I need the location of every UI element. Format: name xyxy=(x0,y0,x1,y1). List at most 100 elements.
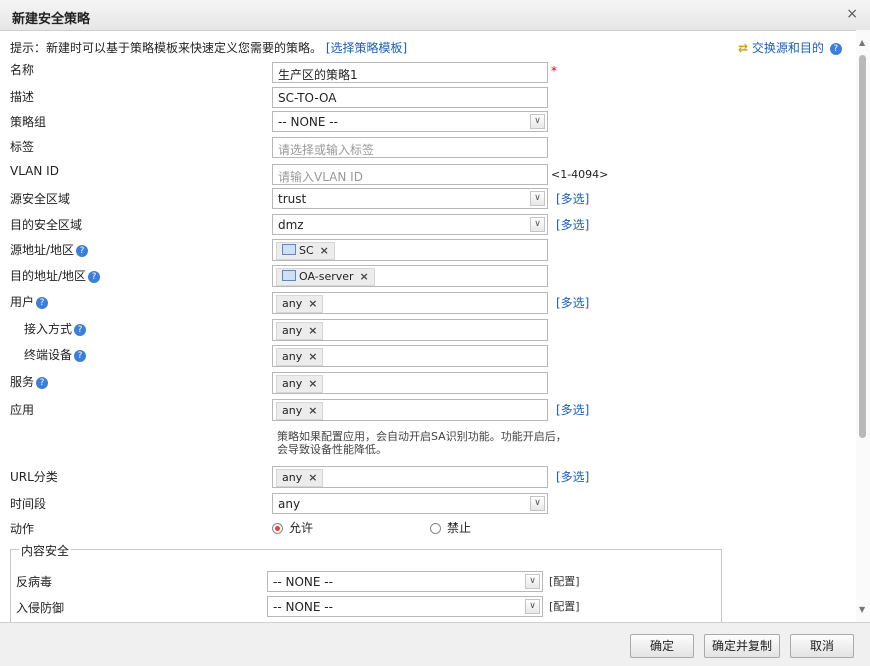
access-label-text: 接入方式 xyxy=(24,322,73,336)
vlan-input[interactable]: 请输入VLAN ID xyxy=(272,164,548,185)
app-tag: any × xyxy=(276,402,324,420)
remove-tag-icon[interactable]: × xyxy=(308,350,317,363)
help-icon[interactable]: ? xyxy=(829,43,842,55)
action-deny-radio[interactable]: 禁止 xyxy=(430,519,471,536)
app-label: 应用 xyxy=(10,403,35,417)
desc-label: 描述 xyxy=(10,90,35,104)
dst-addr-label-text: 目的地址/地区 xyxy=(10,269,87,283)
scrollbar-thumb[interactable] xyxy=(859,55,866,438)
terminal-label-text: 终端设备 xyxy=(24,348,73,362)
service-tag: any × xyxy=(276,375,324,393)
remove-tag-icon[interactable]: × xyxy=(308,377,317,390)
dst-zone-multi-link[interactable]: [多选] xyxy=(556,216,589,233)
dialog-titlebar: 新建安全策略 × xyxy=(0,0,870,31)
app-note: 策略如果配置应用，会自动开启SA识别功能。功能开启后，会导致设备性能降低。 xyxy=(277,430,567,456)
group-label: 策略组 xyxy=(10,115,47,129)
chevron-down-icon[interactable]: ∨ xyxy=(525,599,540,614)
group-value: -- NONE -- xyxy=(278,115,338,129)
src-zone-multi-link[interactable]: [多选] xyxy=(556,190,589,207)
access-tag: any × xyxy=(276,322,324,340)
help-icon[interactable]: ? xyxy=(36,297,49,309)
terminal-input[interactable]: any × xyxy=(272,345,548,367)
app-multi-link[interactable]: [多选] xyxy=(556,401,589,418)
cancel-button[interactable]: 取消 xyxy=(790,634,854,658)
name-input[interactable]: 生产区的策略1 xyxy=(272,62,548,83)
src-addr-input[interactable]: SC × xyxy=(272,239,548,261)
user-input[interactable]: any × xyxy=(272,292,548,314)
chevron-down-icon[interactable]: ∨ xyxy=(525,574,540,589)
src-zone-select[interactable]: trust ∨ xyxy=(272,188,548,209)
src-addr-label: 源地址/地区? xyxy=(10,241,89,258)
antivirus-label: 反病毒 xyxy=(16,575,53,589)
access-tag-text: any xyxy=(282,324,303,337)
terminal-tag-text: any xyxy=(282,350,303,363)
remove-tag-icon[interactable]: × xyxy=(308,297,317,310)
time-label: 时间段 xyxy=(10,497,47,511)
url-tag: any × xyxy=(276,469,324,487)
ok-button[interactable]: 确定 xyxy=(630,634,694,658)
tip-text: 提示：新建时可以基于策略模板来快速定义您需要的策略。 [选择策略模板] xyxy=(10,39,407,56)
app-input[interactable]: any × xyxy=(272,399,548,421)
dst-zone-label: 目的安全区域 xyxy=(10,218,83,232)
src-addr-tag-text: SC xyxy=(299,244,314,257)
help-icon[interactable]: ? xyxy=(74,350,87,362)
user-tag: any × xyxy=(276,295,324,313)
app-tag-text: any xyxy=(282,404,303,417)
scroll-down-icon[interactable]: ▼ xyxy=(859,605,865,614)
remove-tag-icon[interactable]: × xyxy=(308,404,317,417)
antivirus-select[interactable]: -- NONE -- ∨ xyxy=(267,571,543,592)
action-allow-radio[interactable]: 允许 xyxy=(272,519,313,536)
chevron-down-icon[interactable]: ∨ xyxy=(530,496,545,511)
help-icon[interactable]: ? xyxy=(36,377,49,389)
help-icon[interactable]: ? xyxy=(74,324,87,336)
url-label: URL分类 xyxy=(10,470,58,484)
src-addr-label-text: 源地址/地区 xyxy=(10,243,75,257)
form-area: 提示：新建时可以基于策略模板来快速定义您需要的策略。 [选择策略模板] ⇄ 交换… xyxy=(0,30,856,622)
antivirus-config-link[interactable]: [配置] xyxy=(549,573,580,589)
time-select[interactable]: any ∨ xyxy=(272,493,548,514)
desc-input[interactable]: SC-TO-OA xyxy=(272,87,548,108)
chevron-down-icon[interactable]: ∨ xyxy=(530,114,545,129)
dst-addr-label: 目的地址/地区? xyxy=(10,267,101,284)
remove-tag-icon[interactable]: × xyxy=(360,270,369,283)
src-zone-label: 源安全区域 xyxy=(10,192,71,206)
url-multi-link[interactable]: [多选] xyxy=(556,468,589,485)
swap-label: 交换源和目的 xyxy=(751,41,824,55)
help-icon[interactable]: ? xyxy=(76,245,89,257)
ips-select[interactable]: -- NONE -- ∨ xyxy=(267,596,543,617)
terminal-label: 终端设备? xyxy=(24,346,87,363)
select-template-link[interactable]: [选择策略模板] xyxy=(326,41,407,55)
scroll-up-icon[interactable]: ▲ xyxy=(859,38,865,47)
ok-and-copy-button[interactable]: 确定并复制 xyxy=(704,634,780,658)
remove-tag-icon[interactable]: × xyxy=(308,324,317,337)
ips-config-link[interactable]: [配置] xyxy=(549,598,580,614)
service-label: 服务? xyxy=(10,373,49,390)
help-icon[interactable]: ? xyxy=(88,271,101,283)
radio-checked-icon xyxy=(272,523,283,534)
service-tag-text: any xyxy=(282,377,303,390)
service-input[interactable]: any × xyxy=(272,372,548,394)
dialog-footer: 确定 确定并复制 取消 xyxy=(0,622,870,666)
swap-src-dst-link[interactable]: ⇄ 交换源和目的 ? xyxy=(738,39,842,56)
vlan-label: VLAN ID xyxy=(10,164,59,178)
access-input[interactable]: any × xyxy=(272,319,548,341)
group-select[interactable]: -- NONE -- ∨ xyxy=(272,111,548,132)
remove-tag-icon[interactable]: × xyxy=(320,244,329,257)
remove-tag-icon[interactable]: × xyxy=(308,471,317,484)
url-input[interactable]: any × xyxy=(272,466,548,488)
ips-value: -- NONE -- xyxy=(273,600,333,614)
chevron-down-icon[interactable]: ∨ xyxy=(530,217,545,232)
vertical-scrollbar[interactable]: ▲ ▼ xyxy=(856,30,870,622)
user-multi-link[interactable]: [多选] xyxy=(556,294,589,311)
allow-text: 允许 xyxy=(289,521,314,535)
name-label: 名称 xyxy=(10,63,35,77)
dst-zone-value: dmz xyxy=(278,218,304,232)
required-mark: * xyxy=(551,64,557,78)
deny-text: 禁止 xyxy=(447,521,472,535)
swap-arrows-icon: ⇄ xyxy=(738,41,749,55)
dst-zone-select[interactable]: dmz ∨ xyxy=(272,214,548,235)
dst-addr-input[interactable]: OA-server × xyxy=(272,265,548,287)
tag-input[interactable]: 请选择或输入标签 xyxy=(272,137,548,158)
close-icon[interactable]: × xyxy=(846,6,858,22)
chevron-down-icon[interactable]: ∨ xyxy=(530,191,545,206)
